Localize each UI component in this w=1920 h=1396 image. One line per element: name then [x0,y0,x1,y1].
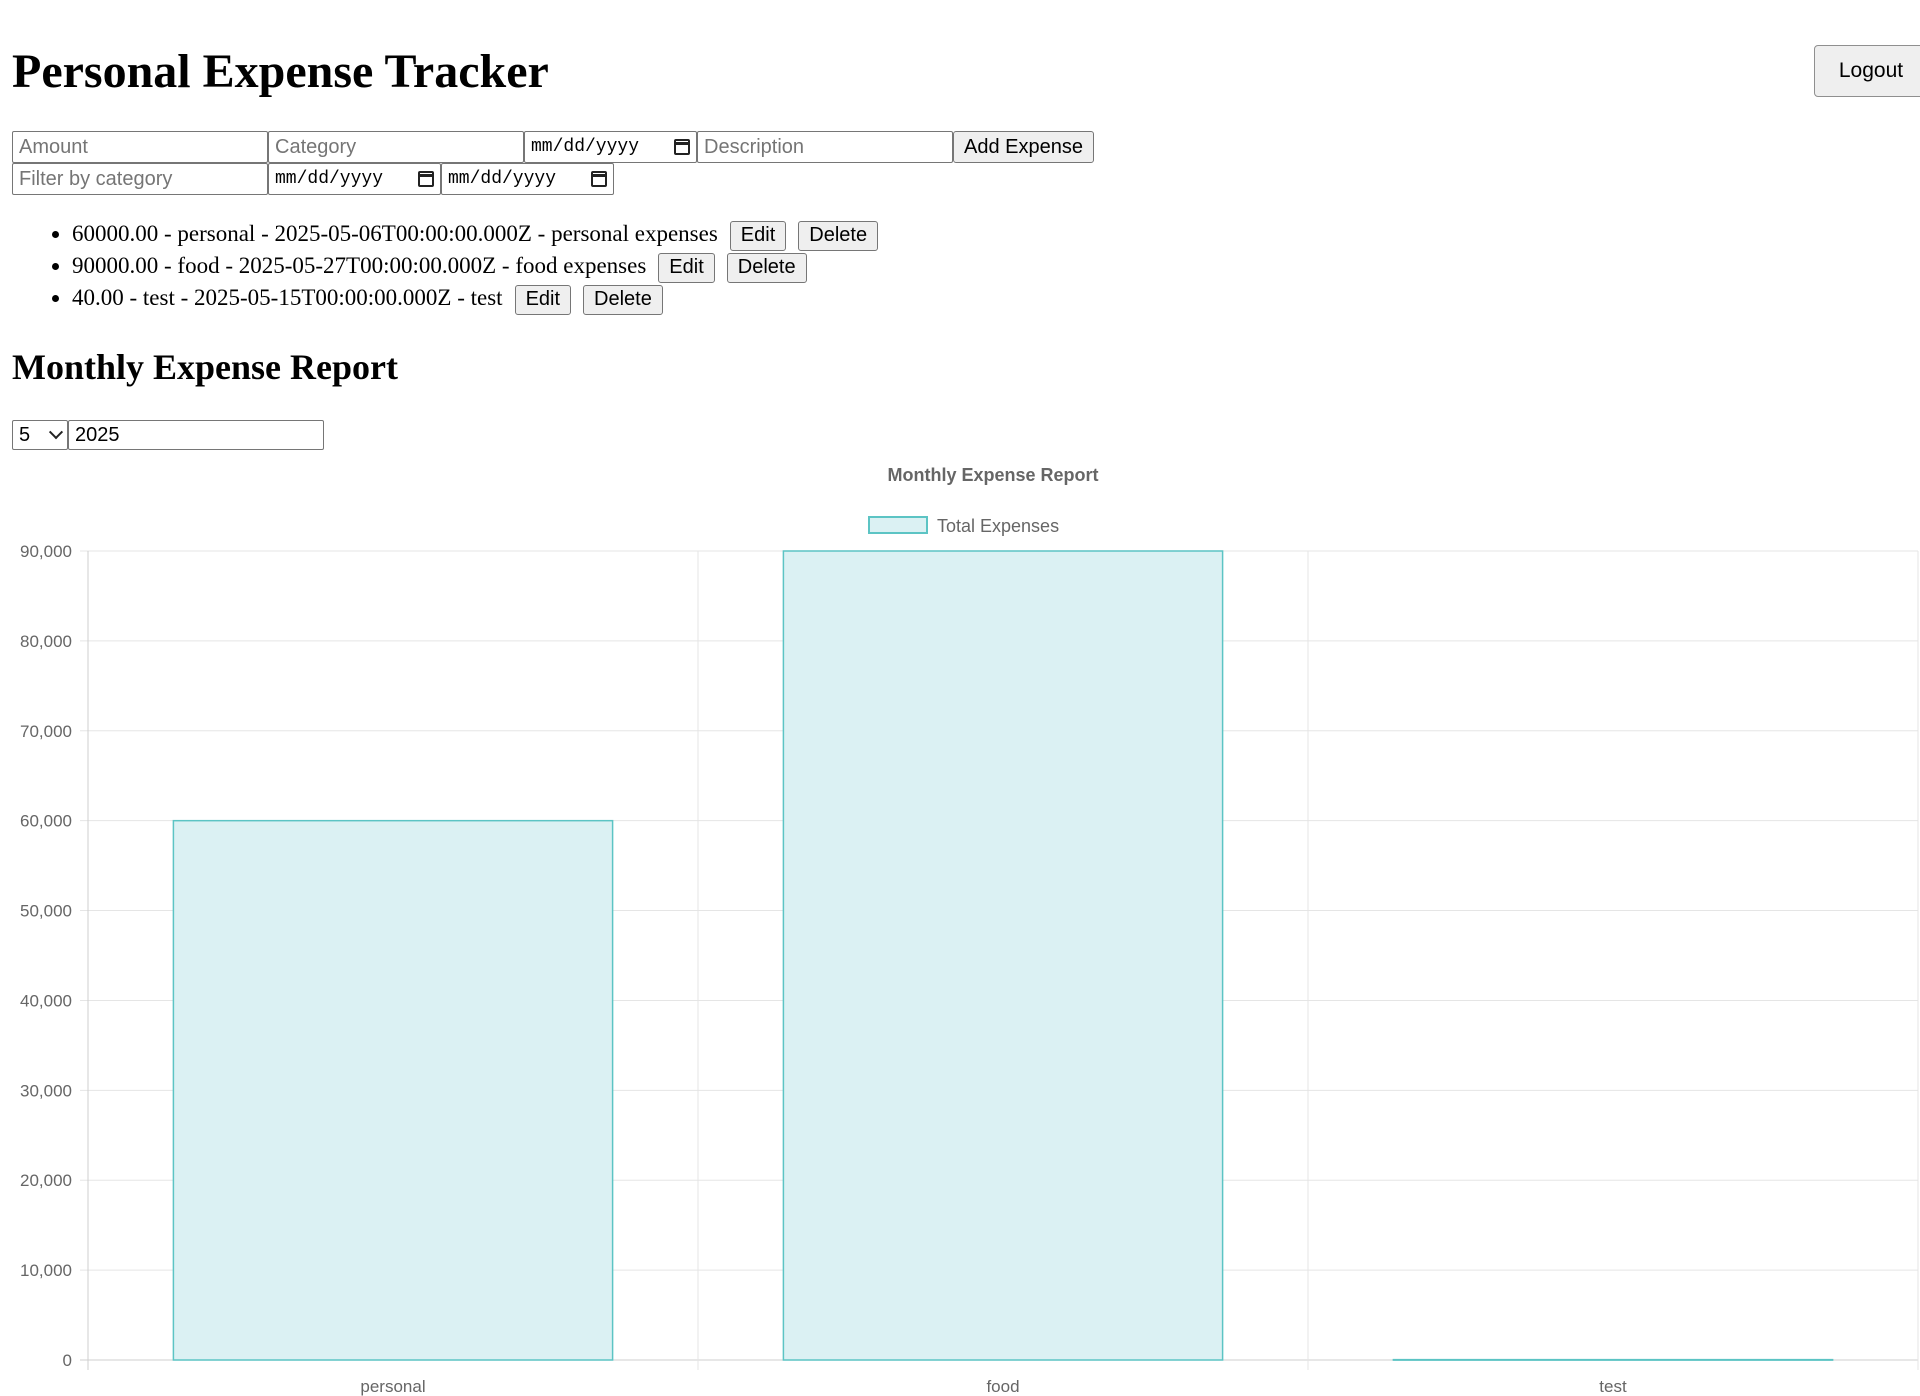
add-expense-form: Amount Category mm/dd/yyyy Description A… [12,131,1094,163]
expense-text: 40.00 - test - 2025-05-15T00:00:00.000Z … [72,285,503,310]
legend-label: Total Expenses [937,516,1059,536]
amount-input[interactable]: Amount [12,131,268,163]
delete-button[interactable]: Delete [726,252,807,283]
calendar-icon[interactable] [418,171,434,187]
expense-bar-chart: Monthly Expense Report Total Expenses 0 10,… [20,465,1919,1396]
y-tick-label: 90,000 [20,542,72,561]
add-expense-button[interactable]: Add Expense [953,131,1094,163]
month-select[interactable]: 5 [12,420,68,450]
description-input[interactable]: Description [697,131,953,163]
filter-form: Filter by category mm/dd/yyyy mm/dd/yyyy [12,163,614,195]
expense-text: 60000.00 - personal - 2025-05-06T00:00:0… [72,221,718,246]
expense-item: 40.00 - test - 2025-05-15T00:00:00.000Z … [72,282,1072,315]
month-select-value: 5 [19,423,31,446]
calendar-icon[interactable] [591,171,607,187]
y-tick-label: 70,000 [20,722,72,741]
y-tick-label: 30,000 [20,1081,72,1100]
y-tick-label: 50,000 [20,902,72,921]
expense-list: 60000.00 - personal - 2025-05-06T00:00:0… [12,218,1072,315]
y-tick-label: 80,000 [20,632,72,651]
x-tick-label: personal [360,1377,425,1396]
delete-button[interactable]: Delete [798,220,879,251]
bar [782,550,1224,1361]
bar [172,819,614,1361]
expense-text: 90000.00 - food - 2025-05-27T00:00:00.00… [72,253,647,278]
chart-title: Monthly Expense Report [887,465,1098,485]
y-tick-label: 40,000 [20,991,72,1010]
filter-start-date-input[interactable]: mm/dd/yyyy [268,163,441,195]
logout-button[interactable]: Logout [1814,45,1920,97]
edit-button[interactable]: Edit [729,220,787,251]
edit-button[interactable]: Edit [658,252,715,283]
delete-button[interactable]: Delete [583,284,663,315]
edit-button[interactable]: Edit [514,284,572,315]
x-tick-label: food [986,1377,1019,1396]
legend-swatch [868,516,928,534]
y-tick-label: 20,000 [20,1171,72,1190]
category-input[interactable]: Category [268,131,524,163]
x-tick-label: test [1599,1377,1627,1396]
y-tick-label: 0 [63,1351,72,1370]
chevron-down-icon [48,425,64,440]
y-tick-label: 10,000 [20,1261,72,1280]
date-input-value: mm/dd/yyyy [531,137,640,157]
page-title: Personal Expense Tracker [12,45,549,98]
filter-end-date-input[interactable]: mm/dd/yyyy [441,163,614,195]
date-input[interactable]: mm/dd/yyyy [524,131,697,163]
expense-item: 90000.00 - food - 2025-05-27T00:00:00.00… [72,250,1072,283]
bar [1392,1358,1834,1361]
report-heading: Monthly Expense Report [12,347,398,387]
filter-start-date-value: mm/dd/yyyy [275,169,384,189]
filter-category-input[interactable]: Filter by category [12,163,268,195]
calendar-icon[interactable] [674,139,690,155]
year-input[interactable]: 2025 [68,420,324,450]
filter-end-date-value: mm/dd/yyyy [448,169,557,189]
expense-item: 60000.00 - personal - 2025-05-06T00:00:0… [72,218,1072,251]
y-tick-label: 60,000 [20,812,72,831]
